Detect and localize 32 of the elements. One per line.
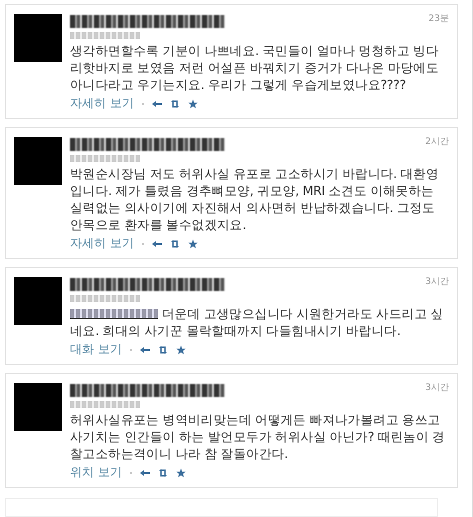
avatar bbox=[14, 277, 62, 325]
details-link[interactable]: 대화 보기 bbox=[70, 341, 122, 358]
star-icon[interactable] bbox=[188, 238, 198, 248]
tweet-text: 박원순시장님 저도 허위사실 유포로 고소하시기 바랍니다. 대환영입니다. 제가 틀렸음 경추뼈모양, 귀모양, MRI 소견도 이해못하는 실력없는 의사이기에 자진해서 의사면허 반납하겠습니다. 그정도 안목으로 환자를 볼수없겠지요. bbox=[70, 165, 440, 233]
reply-icon[interactable] bbox=[152, 238, 162, 248]
reply-icon[interactable] bbox=[140, 468, 150, 478]
blurred-handle-drawing bbox=[70, 401, 140, 408]
timestamp: 2시간 bbox=[425, 136, 449, 148]
star-icon[interactable] bbox=[188, 98, 198, 108]
avatar bbox=[14, 383, 62, 431]
avatar bbox=[14, 14, 62, 62]
tweet-text: 허위사실유포는 병역비리맞는데 어떻게든 빠져나가볼려고 용쓰고 사기치는 인간들이 하는 발언모두가 허위사실 아닌가? 때린놈이 경찰고소하는격이니 나라 참 잘돌아간다. bbox=[70, 411, 446, 462]
tweet-text: 더운데 고생많으십니다 시원한거라도 사드리고 싶네요. 희대의 사기꾼 몰락할때까지 다들힘내시기 바랍니다. bbox=[70, 305, 444, 339]
retweet-icon[interactable] bbox=[158, 468, 168, 478]
timestamp: 23분 bbox=[428, 13, 449, 25]
reply-icon[interactable] bbox=[152, 98, 162, 108]
timestamp: 3시간 bbox=[425, 382, 449, 394]
blurred-handle-drawing bbox=[70, 295, 140, 302]
reply-icon[interactable] bbox=[140, 344, 150, 354]
blurred-handle-drawing bbox=[70, 155, 140, 162]
star-icon[interactable] bbox=[176, 468, 186, 478]
avatar bbox=[14, 137, 62, 185]
details-link[interactable]: 자세히 보기 bbox=[70, 235, 134, 252]
retweet-icon[interactable] bbox=[170, 238, 180, 248]
blurred-handle-drawing bbox=[70, 32, 140, 39]
tweet-text: 생각하면할수록 기분이 나쁘네요. 국민들이 얼마나 멍청하고 빙다리핫바지로 보였음 저런 어설픈 바꿔치기 증거가 다나온 마당에도 아니다라고 우기는지요. 우리가 그렇게 우습게보였나요???? bbox=[70, 42, 440, 93]
retweet-icon[interactable] bbox=[170, 98, 180, 108]
details-link[interactable]: 위치 보기 bbox=[70, 464, 122, 481]
retweet-icon[interactable] bbox=[158, 344, 168, 354]
timestamp: 3시간 bbox=[425, 276, 449, 288]
star-icon[interactable] bbox=[176, 344, 186, 354]
details-link[interactable]: 자세히 보기 bbox=[70, 95, 134, 112]
